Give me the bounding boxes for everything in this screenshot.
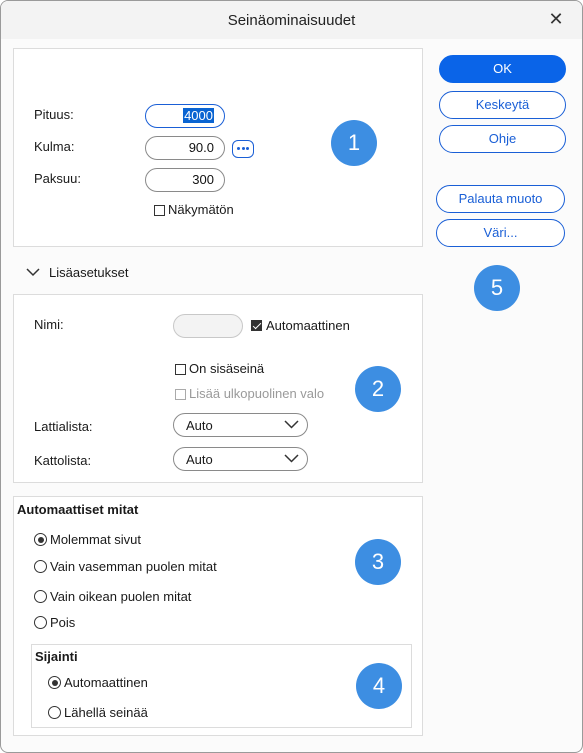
radio-right-only-label: Vain oikean puolen mitat <box>50 589 192 604</box>
more-dot-icon <box>246 147 249 150</box>
auto-dimensions-panel: Automaattiset mitat Molemmat sivut Vain … <box>13 496 423 736</box>
inner-wall-checkbox[interactable] <box>175 364 186 375</box>
badge-4: 4 <box>356 663 402 709</box>
close-icon[interactable]: ✕ <box>542 7 570 31</box>
chevron-down-icon[interactable] <box>26 268 40 277</box>
radio-both-sides-label: Molemmat sivut <box>50 532 142 547</box>
title-bar: Seinäominaisuudet ✕ <box>1 1 582 39</box>
geometry-panel: Pituus: 4000 Kulma: 90.0 Paksuu: 300 Näk… <box>13 48 423 247</box>
more-dot-icon <box>241 147 245 150</box>
help-button[interactable]: Ohje <box>439 125 566 153</box>
length-label: Pituus: <box>34 107 74 122</box>
length-field[interactable]: 4000 <box>145 104 225 128</box>
radio-off-label: Pois <box>50 615 76 630</box>
auto-dimensions-header: Automaattiset mitat <box>17 502 139 517</box>
radio-right-only[interactable] <box>34 590 47 603</box>
cancel-button[interactable]: Keskeytä <box>439 91 566 119</box>
advanced-header[interactable]: Lisäasetukset <box>49 265 129 280</box>
length-value: 4000 <box>183 108 214 123</box>
floor-trim-label: Lattialista: <box>34 419 93 434</box>
thickness-label: Paksuu: <box>34 171 81 186</box>
thickness-field[interactable]: 300 <box>145 168 225 192</box>
ceiling-trim-select[interactable]: Auto <box>173 447 308 471</box>
angle-label: Kulma: <box>34 139 75 154</box>
badge-2: 2 <box>355 366 401 412</box>
advanced-panel: Nimi: Automaattinen On sisäseinä Lisää u… <box>13 294 423 483</box>
radio-location-auto[interactable] <box>48 676 61 689</box>
name-field[interactable] <box>173 314 243 338</box>
radio-location-auto-label: Automaattinen <box>64 675 148 690</box>
badge-3: 3 <box>355 539 401 585</box>
color-button[interactable]: Väri... <box>436 219 565 247</box>
chevron-down-icon <box>284 420 299 429</box>
ok-button[interactable]: OK <box>439 55 566 83</box>
angle-more-button[interactable] <box>232 140 254 158</box>
radio-location-near[interactable] <box>48 706 61 719</box>
radio-left-only-label: Vain vasemman puolen mitat <box>50 559 217 574</box>
name-label: Nimi: <box>34 317 64 332</box>
auto-name-checkbox[interactable] <box>251 320 262 331</box>
floor-trim-value: Auto <box>186 418 213 433</box>
inner-wall-label: On sisäseinä <box>189 361 265 376</box>
reset-shape-button[interactable]: Palauta muoto <box>436 185 565 213</box>
outdoor-light-label: Lisää ulkopuolinen valo <box>189 386 325 401</box>
badge-5: 5 <box>474 265 520 311</box>
radio-left-only[interactable] <box>34 560 47 573</box>
outdoor-light-checkbox[interactable] <box>175 389 186 400</box>
invisible-label: Näkymätön <box>168 202 234 217</box>
window-title: Seinäominaisuudet <box>227 12 356 29</box>
auto-name-label: Automaattinen <box>266 318 350 333</box>
ceiling-trim-label: Kattolista: <box>34 453 92 468</box>
radio-both-sides[interactable] <box>34 533 47 546</box>
floor-trim-select[interactable]: Auto <box>173 413 308 437</box>
more-dot-icon <box>237 147 240 150</box>
ceiling-trim-value: Auto <box>186 452 213 467</box>
badge-1: 1 <box>331 120 377 166</box>
radio-off[interactable] <box>34 616 47 629</box>
dialog-window: Seinäominaisuudet ✕ Pituus: 4000 Kulma: … <box>0 0 583 753</box>
location-panel: Sijainti Automaattinen Lähellä seinää 4 <box>31 644 412 728</box>
radio-location-near-label: Lähellä seinää <box>64 705 148 720</box>
angle-field[interactable]: 90.0 <box>145 136 225 160</box>
location-header: Sijainti <box>35 649 78 664</box>
chevron-down-icon <box>284 454 299 463</box>
invisible-checkbox[interactable] <box>154 205 165 216</box>
